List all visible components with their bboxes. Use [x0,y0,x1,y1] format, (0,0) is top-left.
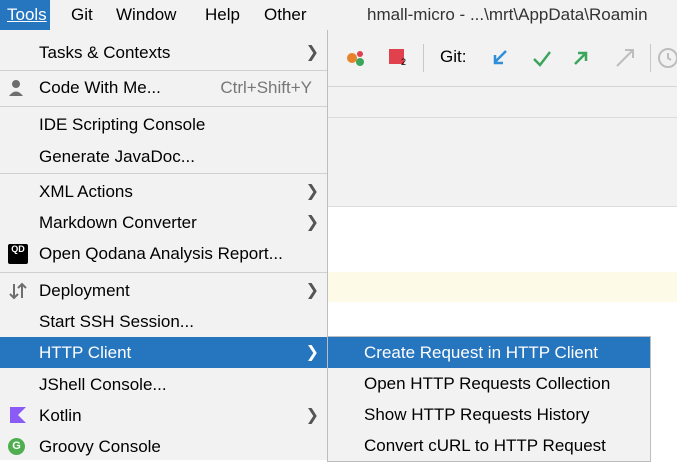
menu-bar: Tools Git Window Help Other hmall-micro … [0,0,677,30]
stop-icon[interactable]: 2 [386,46,410,70]
chevron-right-icon: ❯ [305,407,319,424]
menu-item-label: Open Qodana Analysis Report... [39,244,283,263]
menu-item-groovy-console[interactable]: G Groovy Console [0,431,327,462]
menu-item-tasks-contexts[interactable]: Tasks & Contexts ❯ [0,37,327,68]
git-label: Git: [440,47,467,66]
menu-other-label: Other [264,5,307,24]
menu-help-label: Help [205,5,240,24]
menu-item-open-qodana-report[interactable]: QD Open Qodana Analysis Report... [0,238,327,269]
groovy-icon: G [8,438,25,455]
menu-item-label: Kotlin [39,406,82,425]
menu-git[interactable]: Git [64,0,100,30]
kotlin-icon [8,406,28,426]
git-push-icon[interactable] [569,46,593,70]
menu-item-deployment[interactable]: Deployment ❯ [0,275,327,306]
tools-menu: Tasks & Contexts ❯ Code With Me... Ctrl+… [0,30,328,460]
menu-item-label: Markdown Converter [39,213,197,232]
menu-item-label: HTTP Client [39,343,132,362]
git-commit-icon[interactable] [530,46,554,70]
history-icon[interactable] [656,46,677,70]
menu-tools-label: Tools [7,5,47,24]
menu-item-markdown-converter[interactable]: Markdown Converter ❯ [0,207,327,238]
menu-window-label: Window [116,5,177,24]
submenu-item-convert-curl[interactable]: Convert cURL to HTTP Request [328,430,650,461]
menu-item-xml-actions[interactable]: XML Actions ❯ [0,176,327,207]
menu-separator [0,173,327,174]
qodana-icon: QD [8,244,28,264]
git-merge-icon[interactable] [613,46,637,70]
submenu-item-open-requests-collection[interactable]: Open HTTP Requests Collection [328,368,650,399]
menu-item-label: Deployment [39,281,130,300]
stop-badge: 2 [401,57,407,67]
menu-git-label: Git [71,5,93,24]
menu-item-label: Generate JavaDoc... [39,147,195,166]
submenu-item-label: Convert cURL to HTTP Request [364,436,606,455]
window-title: hmall-micro - ...\mrt\AppData\Roamin [367,5,648,24]
main-toolbar: 2 Git: [328,30,677,87]
submenu-item-label: Show HTTP Requests History [364,405,590,424]
menu-separator [0,272,327,273]
git-update-icon[interactable] [488,46,512,70]
chevron-right-icon: ❯ [305,44,319,61]
menu-item-start-ssh-session[interactable]: Start SSH Session... [0,306,327,337]
menu-item-label: Tasks & Contexts [39,43,171,62]
submenu-item-show-requests-history[interactable]: Show HTTP Requests History [328,399,650,430]
menu-item-label: IDE Scripting Console [39,115,206,134]
deployment-icon [8,281,28,301]
submenu-item-label: Open HTTP Requests Collection [364,374,611,393]
menu-item-jshell-console[interactable]: JShell Console... [0,369,327,400]
person-icon [8,78,28,98]
chevron-right-icon: ❯ [305,282,319,299]
menu-other[interactable]: Other [257,0,314,30]
menu-item-label: XML Actions [39,182,133,201]
chevron-right-icon: ❯ [305,183,319,200]
submenu-item-create-request[interactable]: Create Request in HTTP Client [328,337,650,368]
menu-item-label: JShell Console... [39,375,167,394]
menu-separator [0,106,327,107]
menu-item-code-with-me[interactable]: Code With Me... Ctrl+Shift+Y [0,72,327,103]
menu-item-ide-scripting-console[interactable]: IDE Scripting Console [0,109,327,140]
toolbar-separator [423,44,424,72]
menu-item-shortcut: Ctrl+Shift+Y [220,78,312,97]
menu-item-label: Code With Me... [39,78,161,97]
menu-item-http-client[interactable]: HTTP Client ❯ [0,337,327,368]
menu-item-label: Groovy Console [39,437,161,456]
menu-window[interactable]: Window [109,0,183,30]
chevron-right-icon: ❯ [305,344,319,361]
menu-item-generate-javadoc[interactable]: Generate JavaDoc... [0,141,327,172]
run-dashboard-icon[interactable] [344,46,368,70]
editor-tabs-area [328,118,677,207]
menu-separator [0,70,327,71]
navigation-bar [328,87,677,118]
menu-item-label: Start SSH Session... [39,312,194,331]
editor-current-line [328,272,677,302]
menu-help[interactable]: Help [198,0,247,30]
menu-item-kotlin[interactable]: Kotlin ❯ [0,400,327,431]
toolbar-separator [650,44,651,72]
menu-tools[interactable]: Tools [0,0,50,30]
http-client-submenu: Create Request in HTTP Client Open HTTP … [327,336,651,462]
chevron-right-icon: ❯ [305,214,319,231]
submenu-item-label: Create Request in HTTP Client [364,343,599,362]
